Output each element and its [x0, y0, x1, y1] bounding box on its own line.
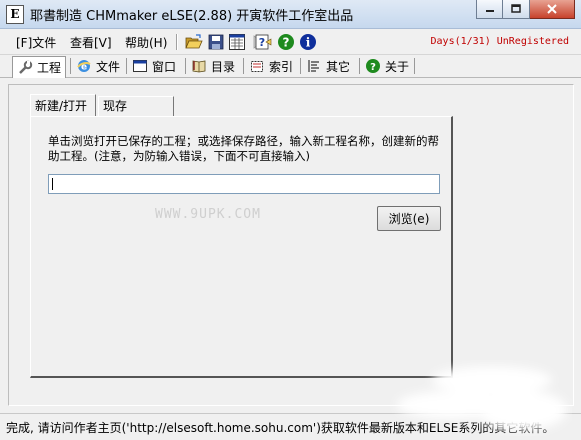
list-icon [308, 60, 319, 72]
tab-separator [185, 58, 186, 74]
tab-separator [126, 58, 127, 74]
tab-contents[interactable]: 目录 [191, 56, 235, 76]
svg-text:i: i [306, 36, 311, 50]
tab-window[interactable]: 窗口 [132, 56, 176, 76]
project-grid-icon[interactable] [228, 33, 246, 51]
tab-label: 关于 [385, 59, 410, 74]
help-question-icon: ? [366, 59, 380, 73]
tab-separator [359, 58, 360, 74]
tab-separator [300, 58, 301, 74]
tab-separator [70, 58, 71, 74]
save-disk-icon[interactable] [207, 33, 225, 51]
tab-files[interactable]: e 文件 [76, 56, 120, 76]
toolbar-separator [176, 34, 178, 50]
registration-status: Days(1/31) UnRegistered [430, 36, 569, 47]
svg-text:?: ? [259, 36, 265, 49]
tab-label: 目录 [211, 59, 236, 74]
project-path-input[interactable] [48, 174, 440, 194]
maximize-icon [511, 4, 521, 13]
watermark-text: WWW.9UPK.COM [155, 207, 261, 222]
tab-label: 窗口 [152, 59, 177, 74]
tab-other[interactable]: 其它 [306, 56, 350, 76]
app-window: E 耶書制造 CHMmaker eLSE(2.88) 开寅软件工作室出品 [F]… [0, 0, 581, 440]
close-icon [547, 4, 557, 14]
tab-separator [414, 58, 415, 74]
close-button[interactable] [530, 0, 575, 19]
tab-about[interactable]: ? 关于 [365, 56, 409, 76]
help-topic-icon[interactable]: ? [254, 33, 272, 51]
info-icon[interactable]: i [299, 33, 317, 51]
tab-index[interactable]: 索引 [249, 56, 293, 76]
menu-file[interactable]: [F]文件 [16, 34, 56, 51]
tab-separator [243, 58, 244, 74]
svg-text:?: ? [370, 62, 376, 73]
index-page-icon [251, 61, 263, 72]
title-bar[interactable]: E 耶書制造 CHMmaker eLSE(2.88) 开寅软件工作室出品 [0, 0, 581, 29]
tab-label: 文件 [96, 59, 121, 74]
tab-label: 索引 [269, 59, 294, 74]
subtab-new-open[interactable]: 新建/打开 [30, 94, 96, 116]
menu-help[interactable]: 帮助(H) [125, 34, 167, 51]
minimize-button[interactable] [476, 0, 503, 19]
book-icon [192, 60, 206, 73]
tab-project[interactable]: 工程 [12, 56, 67, 78]
app-icon[interactable]: E [6, 5, 24, 24]
menu-bar: [F]文件 查看[V] 帮助(H) ? ? i Days(1/31) UnReg… [0, 30, 581, 55]
svg-text:?: ? [283, 36, 290, 50]
ie-globe-icon: e [77, 60, 91, 73]
window-icon [133, 60, 147, 72]
instruction-text: 单击浏览打开已保存的工程；或选择保存路径，输入新工程名称，创建新的帮助工程。(注… [48, 134, 439, 163]
svg-text:e: e [81, 63, 87, 73]
open-folder-icon[interactable] [185, 33, 203, 51]
tab-label: 其它 [326, 59, 351, 74]
caption-buttons [476, 0, 575, 20]
minimize-icon [485, 10, 494, 12]
help-question-icon[interactable]: ? [277, 33, 295, 51]
text-caret [52, 178, 53, 190]
main-tab-strip: 工程 e 文件 窗口 目录 索引 其它 ? 关于 [0, 55, 581, 78]
subtab-existing[interactable]: 现存 [98, 96, 174, 116]
browse-button[interactable]: 浏览(e) [377, 206, 441, 231]
tab-label: 工程 [37, 61, 62, 75]
wrench-icon [19, 60, 33, 74]
maximize-button[interactable] [503, 0, 530, 19]
menu-view[interactable]: 查看[V] [70, 34, 112, 51]
blur-overlay [397, 366, 567, 430]
window-title: 耶書制造 CHMmaker eLSE(2.88) 开寅软件工作室出品 [30, 9, 354, 24]
